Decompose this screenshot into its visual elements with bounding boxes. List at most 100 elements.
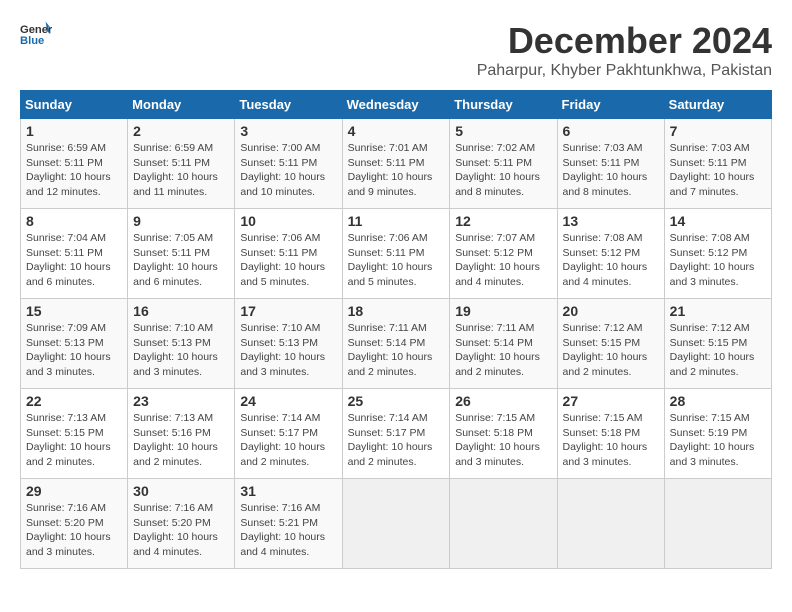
table-row: 24 Sunrise: 7:14 AM Sunset: 5:17 PM Dayl… bbox=[235, 389, 342, 479]
day-number: 26 bbox=[455, 393, 551, 409]
day-info: Sunrise: 7:10 AM Sunset: 5:13 PM Dayligh… bbox=[133, 321, 229, 380]
table-row: 5 Sunrise: 7:02 AM Sunset: 5:11 PM Dayli… bbox=[450, 119, 557, 209]
day-info: Sunrise: 7:10 AM Sunset: 5:13 PM Dayligh… bbox=[240, 321, 336, 380]
calendar-table: Sunday Monday Tuesday Wednesday Thursday… bbox=[20, 90, 772, 569]
day-number: 7 bbox=[670, 123, 766, 139]
day-info: Sunrise: 7:14 AM Sunset: 5:17 PM Dayligh… bbox=[240, 411, 336, 470]
header-wednesday: Wednesday bbox=[342, 91, 450, 119]
calendar-week-row: 22 Sunrise: 7:13 AM Sunset: 5:15 PM Dayl… bbox=[21, 389, 772, 479]
day-info: Sunrise: 7:15 AM Sunset: 5:18 PM Dayligh… bbox=[563, 411, 659, 470]
table-row: 13 Sunrise: 7:08 AM Sunset: 5:12 PM Dayl… bbox=[557, 209, 664, 299]
logo-icon: General Blue bbox=[20, 20, 52, 48]
day-number: 21 bbox=[670, 303, 766, 319]
day-info: Sunrise: 7:16 AM Sunset: 5:21 PM Dayligh… bbox=[240, 501, 336, 560]
page-header: General Blue December 2024 Paharpur, Khy… bbox=[20, 20, 772, 80]
table-row: 12 Sunrise: 7:07 AM Sunset: 5:12 PM Dayl… bbox=[450, 209, 557, 299]
day-info: Sunrise: 7:08 AM Sunset: 5:12 PM Dayligh… bbox=[563, 231, 659, 290]
table-row: 3 Sunrise: 7:00 AM Sunset: 5:11 PM Dayli… bbox=[235, 119, 342, 209]
table-row: 9 Sunrise: 7:05 AM Sunset: 5:11 PM Dayli… bbox=[128, 209, 235, 299]
table-row: 26 Sunrise: 7:15 AM Sunset: 5:18 PM Dayl… bbox=[450, 389, 557, 479]
day-number: 30 bbox=[133, 483, 229, 499]
day-number: 25 bbox=[348, 393, 445, 409]
day-info: Sunrise: 6:59 AM Sunset: 5:11 PM Dayligh… bbox=[133, 141, 229, 200]
day-number: 18 bbox=[348, 303, 445, 319]
table-row: 2 Sunrise: 6:59 AM Sunset: 5:11 PM Dayli… bbox=[128, 119, 235, 209]
table-row: 27 Sunrise: 7:15 AM Sunset: 5:18 PM Dayl… bbox=[557, 389, 664, 479]
day-number: 12 bbox=[455, 213, 551, 229]
day-info: Sunrise: 7:00 AM Sunset: 5:11 PM Dayligh… bbox=[240, 141, 336, 200]
calendar-week-row: 15 Sunrise: 7:09 AM Sunset: 5:13 PM Dayl… bbox=[21, 299, 772, 389]
table-row: 31 Sunrise: 7:16 AM Sunset: 5:21 PM Dayl… bbox=[235, 479, 342, 569]
day-info: Sunrise: 7:16 AM Sunset: 5:20 PM Dayligh… bbox=[133, 501, 229, 560]
table-row bbox=[450, 479, 557, 569]
title-block: December 2024 Paharpur, Khyber Pakhtunkh… bbox=[477, 20, 772, 80]
day-info: Sunrise: 7:08 AM Sunset: 5:12 PM Dayligh… bbox=[670, 231, 766, 290]
day-number: 24 bbox=[240, 393, 336, 409]
day-number: 23 bbox=[133, 393, 229, 409]
day-number: 13 bbox=[563, 213, 659, 229]
day-info: Sunrise: 7:14 AM Sunset: 5:17 PM Dayligh… bbox=[348, 411, 445, 470]
day-info: Sunrise: 7:03 AM Sunset: 5:11 PM Dayligh… bbox=[670, 141, 766, 200]
day-info: Sunrise: 7:15 AM Sunset: 5:19 PM Dayligh… bbox=[670, 411, 766, 470]
day-number: 16 bbox=[133, 303, 229, 319]
calendar-week-row: 29 Sunrise: 7:16 AM Sunset: 5:20 PM Dayl… bbox=[21, 479, 772, 569]
day-info: Sunrise: 7:16 AM Sunset: 5:20 PM Dayligh… bbox=[26, 501, 122, 560]
table-row bbox=[557, 479, 664, 569]
day-info: Sunrise: 7:04 AM Sunset: 5:11 PM Dayligh… bbox=[26, 231, 122, 290]
calendar-week-row: 8 Sunrise: 7:04 AM Sunset: 5:11 PM Dayli… bbox=[21, 209, 772, 299]
day-info: Sunrise: 7:01 AM Sunset: 5:11 PM Dayligh… bbox=[348, 141, 445, 200]
table-row: 18 Sunrise: 7:11 AM Sunset: 5:14 PM Dayl… bbox=[342, 299, 450, 389]
day-number: 17 bbox=[240, 303, 336, 319]
day-number: 27 bbox=[563, 393, 659, 409]
day-number: 2 bbox=[133, 123, 229, 139]
day-info: Sunrise: 7:02 AM Sunset: 5:11 PM Dayligh… bbox=[455, 141, 551, 200]
day-info: Sunrise: 7:06 AM Sunset: 5:11 PM Dayligh… bbox=[240, 231, 336, 290]
table-row: 14 Sunrise: 7:08 AM Sunset: 5:12 PM Dayl… bbox=[664, 209, 771, 299]
day-number: 4 bbox=[348, 123, 445, 139]
weekday-header-row: Sunday Monday Tuesday Wednesday Thursday… bbox=[21, 91, 772, 119]
table-row: 16 Sunrise: 7:10 AM Sunset: 5:13 PM Dayl… bbox=[128, 299, 235, 389]
table-row: 8 Sunrise: 7:04 AM Sunset: 5:11 PM Dayli… bbox=[21, 209, 128, 299]
table-row: 10 Sunrise: 7:06 AM Sunset: 5:11 PM Dayl… bbox=[235, 209, 342, 299]
table-row bbox=[664, 479, 771, 569]
day-number: 22 bbox=[26, 393, 122, 409]
header-friday: Friday bbox=[557, 91, 664, 119]
table-row: 22 Sunrise: 7:13 AM Sunset: 5:15 PM Dayl… bbox=[21, 389, 128, 479]
header-saturday: Saturday bbox=[664, 91, 771, 119]
day-number: 8 bbox=[26, 213, 122, 229]
header-sunday: Sunday bbox=[21, 91, 128, 119]
day-number: 3 bbox=[240, 123, 336, 139]
day-info: Sunrise: 7:07 AM Sunset: 5:12 PM Dayligh… bbox=[455, 231, 551, 290]
day-info: Sunrise: 6:59 AM Sunset: 5:11 PM Dayligh… bbox=[26, 141, 122, 200]
day-number: 31 bbox=[240, 483, 336, 499]
day-number: 5 bbox=[455, 123, 551, 139]
header-monday: Monday bbox=[128, 91, 235, 119]
table-row: 29 Sunrise: 7:16 AM Sunset: 5:20 PM Dayl… bbox=[21, 479, 128, 569]
day-number: 11 bbox=[348, 213, 445, 229]
day-number: 10 bbox=[240, 213, 336, 229]
table-row: 6 Sunrise: 7:03 AM Sunset: 5:11 PM Dayli… bbox=[557, 119, 664, 209]
day-number: 19 bbox=[455, 303, 551, 319]
table-row: 21 Sunrise: 7:12 AM Sunset: 5:15 PM Dayl… bbox=[664, 299, 771, 389]
day-number: 14 bbox=[670, 213, 766, 229]
day-number: 9 bbox=[133, 213, 229, 229]
day-number: 1 bbox=[26, 123, 122, 139]
table-row bbox=[342, 479, 450, 569]
day-info: Sunrise: 7:09 AM Sunset: 5:13 PM Dayligh… bbox=[26, 321, 122, 380]
day-info: Sunrise: 7:12 AM Sunset: 5:15 PM Dayligh… bbox=[563, 321, 659, 380]
table-row: 4 Sunrise: 7:01 AM Sunset: 5:11 PM Dayli… bbox=[342, 119, 450, 209]
day-number: 28 bbox=[670, 393, 766, 409]
day-info: Sunrise: 7:11 AM Sunset: 5:14 PM Dayligh… bbox=[455, 321, 551, 380]
table-row: 30 Sunrise: 7:16 AM Sunset: 5:20 PM Dayl… bbox=[128, 479, 235, 569]
day-info: Sunrise: 7:13 AM Sunset: 5:16 PM Dayligh… bbox=[133, 411, 229, 470]
header-thursday: Thursday bbox=[450, 91, 557, 119]
logo: General Blue bbox=[20, 20, 52, 48]
table-row: 23 Sunrise: 7:13 AM Sunset: 5:16 PM Dayl… bbox=[128, 389, 235, 479]
table-row: 28 Sunrise: 7:15 AM Sunset: 5:19 PM Dayl… bbox=[664, 389, 771, 479]
table-row: 17 Sunrise: 7:10 AM Sunset: 5:13 PM Dayl… bbox=[235, 299, 342, 389]
svg-text:Blue: Blue bbox=[20, 35, 44, 47]
day-info: Sunrise: 7:15 AM Sunset: 5:18 PM Dayligh… bbox=[455, 411, 551, 470]
table-row: 19 Sunrise: 7:11 AM Sunset: 5:14 PM Dayl… bbox=[450, 299, 557, 389]
table-row: 7 Sunrise: 7:03 AM Sunset: 5:11 PM Dayli… bbox=[664, 119, 771, 209]
table-row: 25 Sunrise: 7:14 AM Sunset: 5:17 PM Dayl… bbox=[342, 389, 450, 479]
